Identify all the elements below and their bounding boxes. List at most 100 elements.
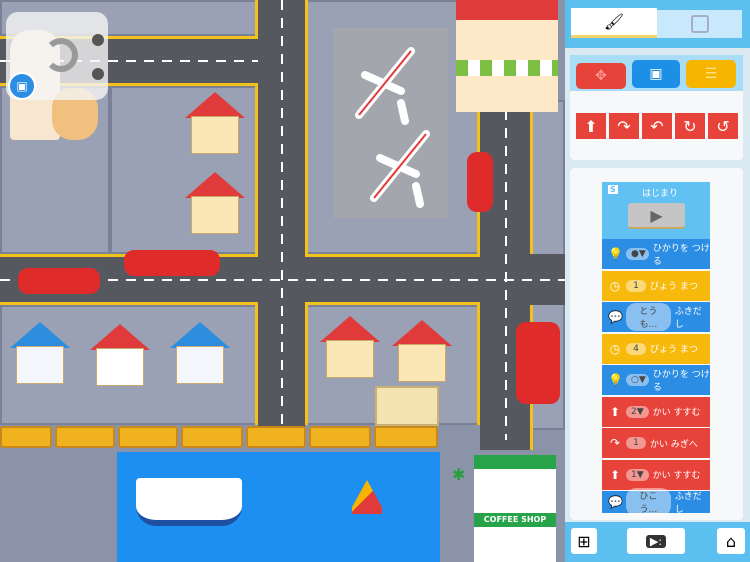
speech-icon: 💬 — [608, 495, 623, 509]
category-move[interactable]: ✥ — [576, 63, 626, 89]
handle-dot — [92, 68, 104, 80]
program-block-light[interactable]: 💡 ○▼ ひかりを つける — [602, 365, 710, 395]
grid-icon: ⊞ — [577, 531, 591, 551]
block-label: ふきだし — [674, 307, 702, 330]
tab-paint[interactable]: 🖌 — [571, 8, 657, 38]
program-block-speech[interactable]: 💬 ひこう... ふきだし — [602, 488, 710, 516]
train-car — [374, 426, 438, 448]
house[interactable] — [10, 322, 70, 384]
block-label: ひかりを つける — [652, 244, 710, 267]
shop-sign: COFFEE SHOP — [474, 513, 556, 527]
clock-icon: ◷ — [609, 341, 621, 356]
grocery-store[interactable] — [90, 324, 150, 386]
train-car — [118, 426, 178, 448]
block-label: びょう まつ — [650, 282, 698, 292]
category-light[interactable]: ▣ — [632, 60, 680, 88]
block-label: かい すすむ — [652, 408, 701, 418]
robot-control-overlay[interactable]: ▣ — [6, 12, 108, 100]
palm-tree: ✱ — [452, 465, 466, 484]
block-label: びょう まつ — [650, 345, 698, 355]
palette-turn-left[interactable]: ↶ — [642, 113, 672, 139]
clock-icon: ◷ — [609, 278, 621, 293]
train-car — [181, 426, 243, 448]
category-flow[interactable]: ☰ — [686, 60, 736, 88]
forward-arrow-icon: ⬆ — [609, 404, 621, 419]
flow-blocks-icon: ☰ — [704, 66, 718, 82]
robot-face-icon — [690, 15, 709, 33]
block-label: ふきだし — [674, 492, 702, 515]
forward-arrow-icon: ⬆ — [584, 116, 598, 136]
rotate-left-icon: ↺ — [716, 116, 730, 136]
tab-robot[interactable] — [657, 10, 742, 38]
block-value[interactable]: 1 — [626, 279, 646, 292]
office-building — [375, 386, 439, 426]
play-icon: ▶ — [650, 205, 663, 225]
block-value[interactable]: 1 — [626, 437, 646, 449]
house[interactable] — [185, 172, 245, 234]
palette-rotate-left[interactable]: ↺ — [708, 113, 738, 139]
block-value[interactable]: 2▼ — [626, 405, 649, 418]
palette-turn-right[interactable]: ↷ — [609, 113, 639, 139]
airplane-icon[interactable] — [360, 128, 440, 208]
palette-rotate-right[interactable]: ↻ — [675, 113, 705, 139]
block-value[interactable]: ひこう... — [626, 488, 671, 516]
train-car — [246, 426, 306, 448]
city-map[interactable]: COFFEE SHOP ✱ ▣ — [0, 0, 565, 562]
house[interactable] — [185, 92, 245, 154]
car[interactable] — [124, 250, 220, 276]
tab-bar: 🖌 — [565, 0, 750, 48]
car[interactable] — [467, 152, 493, 212]
rotate-right-icon: ↻ — [683, 116, 697, 136]
grid-button[interactable]: ⊞ — [571, 528, 597, 554]
rotate-icon[interactable] — [44, 38, 78, 72]
car[interactable] — [516, 322, 560, 404]
program-block-wait[interactable]: ◷ 4 びょう まつ — [602, 333, 710, 364]
airplane-icon[interactable] — [345, 45, 425, 125]
block-palette: ✥ ▣ ☰ ⬆ ↷ ↶ ↻ ↺ — [570, 55, 743, 160]
train-car — [0, 426, 52, 448]
run-video-button[interactable]: ▶: — [627, 528, 685, 554]
start-flag-badge: S — [608, 185, 618, 194]
forward-arrow-icon: ⬆ — [609, 467, 621, 482]
block-value[interactable]: ○▼ — [626, 374, 649, 386]
paintbrush-icon: 🖌 — [603, 12, 625, 31]
program-block-turn[interactable]: ↷ 1 かい みぎへ — [602, 428, 710, 458]
program-block-move[interactable]: ⬆ 2▼ かい すすむ — [602, 396, 710, 427]
house[interactable] — [170, 322, 230, 384]
grocery-store[interactable] — [456, 0, 558, 112]
train-car — [55, 426, 115, 448]
program-block-light[interactable]: 💡 ●▼ ひかりを つける — [602, 239, 710, 269]
block-label: かい すすむ — [652, 471, 701, 481]
robot-wifi-icon[interactable]: ▣ — [8, 72, 36, 100]
house[interactable] — [320, 316, 380, 378]
block-value[interactable]: 1▼ — [626, 468, 649, 481]
car[interactable] — [18, 268, 100, 294]
program-block-move[interactable]: ⬆ 1▼ かい すすむ — [602, 459, 710, 490]
train-car — [309, 426, 371, 448]
ferry-ship[interactable] — [136, 478, 242, 526]
block-label: かい みぎへ — [650, 439, 698, 450]
program-block-wait[interactable]: ◷ 1 びょう まつ — [602, 270, 710, 301]
block-value[interactable]: ●▼ — [626, 248, 649, 260]
start-block[interactable]: S はじまり ▶ — [602, 182, 710, 239]
video-play-icon: ▶: — [645, 534, 667, 548]
house[interactable] — [392, 320, 452, 382]
coffee-shop[interactable]: COFFEE SHOP — [474, 455, 556, 562]
turn-right-icon: ↷ — [617, 116, 631, 136]
bottom-bar: ⊞ ▶: ⌂ — [565, 522, 750, 562]
bulb-icon: 💡 — [608, 373, 623, 387]
robot-light-icon: ▣ — [649, 66, 663, 82]
turn-left-icon: ↶ — [650, 116, 664, 136]
block-label: ひかりを つける — [652, 370, 710, 393]
block-value[interactable]: とうも... — [626, 303, 671, 331]
program-block-speech[interactable]: 💬 とうも... ふきだし — [602, 302, 710, 332]
handle-dot — [92, 34, 104, 46]
palette-forward[interactable]: ⬆ — [576, 113, 606, 139]
bulb-icon: 💡 — [608, 247, 623, 261]
home-icon: ⌂ — [725, 531, 737, 551]
move-arrows-icon: ✥ — [595, 68, 607, 84]
block-value[interactable]: 4 — [626, 342, 646, 355]
home-button[interactable]: ⌂ — [717, 528, 745, 554]
turn-right-icon: ↷ — [609, 436, 621, 450]
play-button[interactable]: ▶ — [628, 203, 685, 229]
